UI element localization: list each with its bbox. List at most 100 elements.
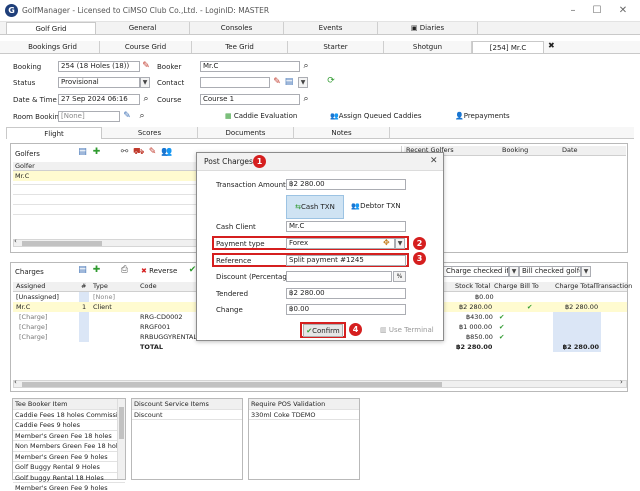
tab-course-grid[interactable]: Course Grid [100,41,192,53]
contact-card-icon[interactable]: ▤ [284,77,294,87]
golfer-row[interactable]: Mr.C [13,171,197,181]
payment-type-dropdown-icon[interactable]: ▼ [395,238,405,249]
scroll-right-icon[interactable]: › [620,378,623,386]
link-icon[interactable]: ⚯ [119,147,130,157]
status-select[interactable]: Provisional [58,77,140,88]
scroll-thumb[interactable] [22,241,102,246]
tab-events[interactable]: Events [284,22,378,34]
tab-flight[interactable]: Flight [6,127,102,139]
room-booking-field[interactable]: [None] [58,111,120,122]
assign-caddies-button[interactable]: 👥Assign Queued Caddies [330,112,421,120]
list-item[interactable]: Golf Buggy Rental 9 Holes [13,462,125,473]
list-item[interactable]: Discount [132,410,242,420]
bill-filter-select[interactable]: Bill checked golfers [519,266,581,277]
tab-consoles[interactable]: Consoles [190,22,284,34]
tab-general[interactable]: General [96,22,190,34]
room-edit-icon[interactable]: ✎ [122,111,132,121]
tab-tee-grid[interactable]: Tee Grid [192,41,288,53]
list-item[interactable]: Caddie Fees 9 holes [13,420,125,431]
list-item[interactable]: Golf buggy Rental 18 Holes [13,473,125,483]
search-datetime-icon[interactable]: ⌕ [140,94,152,104]
scroll-left-icon[interactable]: ‹ [14,378,17,386]
edit-booking-icon[interactable]: ✎ [140,61,152,71]
prepayments-icon: 👤 [455,112,464,120]
dialog-close-icon[interactable]: ✕ [430,156,438,166]
cell-charge-total [553,332,601,342]
tab-bookings-grid[interactable]: Bookings Grid [6,41,100,53]
confirm-button[interactable]: ✔Confirm [303,324,343,337]
tee-booker-scrollbar[interactable] [117,399,125,479]
edit-golfer-icon[interactable]: ✎ [147,147,158,157]
charge-filter-select[interactable]: Charge checked iter [443,266,509,277]
list-item[interactable]: Member's Green Fee 9 holes [13,452,125,462]
scroll-thumb[interactable] [22,382,442,387]
status-dropdown-icon[interactable]: ▼ [140,77,150,88]
refresh-icon[interactable]: ⟳ [325,76,337,86]
booking-field[interactable]: 254 (18 Holes (18)) [58,61,140,72]
print-icon[interactable]: ⎙ [119,265,130,275]
scroll-thumb[interactable] [119,407,124,439]
prepayments-button[interactable]: 👤Prepayments [455,112,510,120]
tab-starter[interactable]: Starter [288,41,384,53]
tab-booking-254[interactable]: [254] Mr.C [472,41,544,53]
charge-check-icon[interactable]: ✔ [499,332,504,342]
bill-check-icon[interactable]: ✔ [527,302,532,312]
close-icon[interactable]: ✕ [616,4,630,18]
cell-number [79,292,89,302]
contact-dropdown-icon[interactable]: ▼ [298,77,308,88]
charge-check-icon[interactable]: ✔ [499,322,504,332]
cash-txn-label: Cash TXN [301,203,335,211]
cart-icon[interactable]: ⛟ [133,147,144,157]
use-terminal-button[interactable]: ▥ Use Terminal [380,326,434,334]
charge-check-icon[interactable]: ✔ [499,312,504,322]
reference-label: Reference [216,257,252,265]
datetime-field[interactable]: 27 Sep 2024 06:16 [58,94,140,105]
booker-field[interactable]: Mr.C [200,61,300,72]
edit-contact-icon[interactable]: ✎ [272,77,282,87]
list-item[interactable]: Member's Green Fee 18 holes [13,431,125,441]
maximize-icon[interactable]: ☐ [590,4,604,18]
list-item[interactable]: Caddie Fees 18 holes Commission [13,410,125,420]
debtor-txn-button[interactable]: 👥Debtor TXN [347,195,405,219]
contact-field[interactable] [200,77,270,88]
col-stock-total: Stock Total [455,282,491,290]
list-item[interactable]: Non Members Green Fee 18 holes [13,441,125,452]
tendered-field[interactable]: ฿2 280.00 [286,288,406,299]
list-item[interactable]: 330ml Coke TDEMO [249,410,359,420]
list-item[interactable]: Member's Green Fee 9 holes [13,483,125,491]
search-booker-icon[interactable]: ⌕ [300,61,312,71]
scroll-left-icon[interactable]: ‹ [14,237,17,245]
cash-client-label: Cash Client [216,223,256,231]
add-golfer-icon[interactable]: ✚ [91,147,102,157]
bill-filter-dropdown-icon[interactable]: ▼ [581,266,591,277]
add-charge-icon[interactable]: ✚ [91,265,102,275]
reference-field[interactable]: Split payment #1245 [286,255,406,266]
close-tab-icon[interactable]: ✖ [548,41,555,50]
charges-horizontal-scrollbar[interactable] [13,380,627,388]
new-document-icon[interactable]: ▤ [77,147,88,157]
cash-client-field[interactable]: Mr.C [286,221,406,232]
search-room-icon[interactable]: ⌕ [136,111,148,121]
charge-filter-dropdown-icon[interactable]: ▼ [509,266,519,277]
tab-notes[interactable]: Notes [294,127,390,139]
group-icon[interactable]: 👥 [161,147,172,157]
calculator-icon[interactable]: % [393,271,406,282]
caddie-evaluation-button[interactable]: ▦ Caddie Evaluation [225,112,297,120]
tab-documents[interactable]: Documents [198,127,294,139]
course-field[interactable]: Course 1 [200,94,300,105]
change-field[interactable]: ฿0.00 [286,304,406,315]
search-course-icon[interactable]: ⌕ [300,94,312,104]
golfers-horizontal-scrollbar[interactable] [13,239,197,247]
minimize-icon[interactable]: – [566,4,580,18]
tab-golf-grid[interactable]: Golf Grid [6,22,96,34]
annotation-badge-4: 4 [349,323,362,336]
tab-shotgun[interactable]: Shotgun [384,41,472,53]
discount-field[interactable] [286,271,392,282]
tab-diaries[interactable]: ▣ Diaries [378,22,478,34]
cash-txn-button[interactable]: ⇆Cash TXN [286,195,344,219]
tab-scores[interactable]: Scores [102,127,198,139]
payment-type-select[interactable]: Forex [286,238,395,249]
transaction-amount-field[interactable]: ฿2 280.00 [286,179,406,190]
reverse-button[interactable]: ✖ Reverse [141,267,177,275]
new-charge-icon[interactable]: ▤ [77,265,88,275]
